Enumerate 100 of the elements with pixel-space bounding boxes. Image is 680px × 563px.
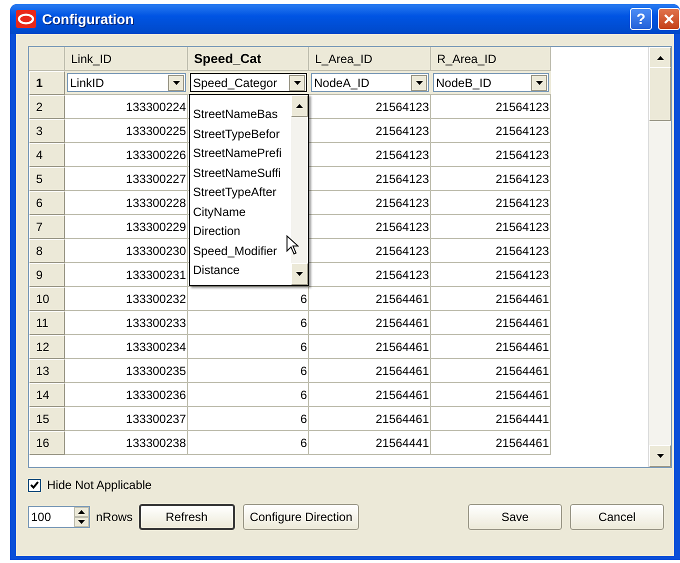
row-header: 10 — [29, 287, 65, 311]
mapping-dropdown[interactable]: Speed_Categor — [190, 73, 307, 92]
row-header: 13 — [29, 359, 65, 383]
row-header: 7 — [29, 215, 65, 239]
column-header[interactable]: R_Area_ID — [431, 47, 551, 71]
check-icon — [30, 481, 39, 489]
column-header[interactable]: Link_ID — [65, 47, 188, 71]
table-cell: 6 — [188, 383, 309, 407]
table-cell: 133300225 — [65, 119, 188, 143]
list-item[interactable]: StreetNameBas — [193, 105, 291, 124]
checkbox[interactable] — [28, 478, 41, 492]
row-header: 6 — [29, 191, 65, 215]
table-cell: 133300231 — [65, 263, 188, 287]
dropdown-arrow-icon — [416, 80, 422, 84]
close-icon — [663, 13, 675, 25]
list-item[interactable]: CityName — [193, 202, 291, 222]
table-cell: 21564123 — [431, 95, 551, 119]
table-cell: 133300232 — [65, 287, 188, 311]
list-item[interactable]: StreetNamePrefi — [193, 144, 291, 164]
table-cell: 21564461 — [431, 359, 551, 383]
table-cell: 6 — [188, 287, 309, 311]
row-header: 1 — [29, 71, 65, 95]
mouse-pointer-icon — [286, 235, 299, 255]
spin-down-icon — [78, 520, 85, 524]
table-cell: 21564123 — [431, 239, 551, 263]
table-cell: 21564461 — [309, 383, 431, 407]
table-cell: 6 — [188, 335, 309, 359]
row-header: 3 — [29, 119, 65, 143]
table-cell: 21564461 — [309, 287, 431, 311]
table-cell: 133300227 — [65, 167, 188, 191]
table-cell: 21564123 — [431, 263, 551, 287]
row-header: 8 — [29, 239, 65, 263]
table-cell: 6 — [188, 431, 309, 455]
list-item[interactable]: StreetTypeAfter — [193, 183, 291, 202]
table-cell: 21564461 — [309, 359, 431, 383]
window-title: Configuration — [42, 11, 135, 27]
dialog-button[interactable]: Configure Direction — [242, 504, 360, 530]
row-header: 4 — [29, 143, 65, 167]
table-cell: 21564123 — [431, 143, 551, 167]
dialog-button[interactable]: Save — [468, 504, 562, 530]
scroll-down-icon — [656, 454, 664, 458]
table-cell: 6 — [188, 311, 309, 335]
dropdown-arrow-icon — [294, 80, 300, 84]
list-item[interactable]: StreetNameSuffi — [193, 164, 291, 183]
table-cell: 21564461 — [309, 335, 431, 359]
row-header: 12 — [29, 335, 65, 359]
dropdown-arrow-icon — [536, 80, 542, 84]
row-header: 11 — [29, 311, 65, 335]
scroll-up-icon — [296, 104, 303, 108]
column-header[interactable]: L_Area_ID — [309, 47, 431, 71]
column-header[interactable]: Speed_Cat — [188, 47, 309, 71]
mapping-dropdown[interactable]: NodeB_ID — [433, 73, 549, 92]
row-header: 2 — [29, 95, 65, 119]
table-cell: 21564461 — [431, 383, 551, 407]
table-cell: 133300235 — [65, 359, 188, 383]
list-item[interactable]: StreetTypeBefor — [193, 124, 291, 144]
table-cell: 133300234 — [65, 335, 188, 359]
table-cell: 133300233 — [65, 311, 188, 335]
table-cell: 21564441 — [431, 407, 551, 431]
table-cell: 6 — [188, 407, 309, 431]
scroll-up-icon — [656, 56, 664, 60]
table-cell: 21564461 — [309, 407, 431, 431]
table-cell: 133300224 — [65, 95, 188, 119]
logo-icon — [16, 10, 36, 28]
table-cell: 133300228 — [65, 191, 188, 215]
table-cell: 21564123 — [431, 119, 551, 143]
table-cell: 21564123 — [431, 167, 551, 191]
table-cell: 133300236 — [65, 383, 188, 407]
spinner-label: nRows — [96, 510, 133, 524]
dropdown-arrow-icon — [172, 80, 180, 84]
table-cell: 21564123 — [431, 215, 551, 239]
vertical-scrollbar[interactable] — [648, 47, 671, 467]
dialog-button[interactable]: Refresh — [138, 504, 235, 530]
row-header: 5 — [29, 167, 65, 191]
dialog-button[interactable]: Cancel — [570, 504, 664, 530]
spin-up-icon — [78, 510, 85, 514]
table-cell: 133300230 — [65, 239, 188, 263]
corner-cell — [29, 47, 65, 71]
list-scrollbar[interactable] — [291, 95, 308, 285]
table-cell: 133300238 — [65, 431, 188, 455]
table-cell: 133300226 — [65, 143, 188, 167]
help-button[interactable]: ? — [630, 8, 652, 30]
row-header: 14 — [29, 383, 65, 407]
table-cell: 133300229 — [65, 215, 188, 239]
mapping-dropdown[interactable]: LinkID — [67, 73, 186, 92]
list-item[interactable]: Direction — [193, 222, 291, 242]
scroll-down-icon — [296, 272, 303, 276]
mapping-dropdown[interactable]: NodeA_ID — [311, 73, 429, 92]
table-cell: 21564123 — [431, 191, 551, 215]
table-cell: 21564441 — [309, 431, 431, 455]
close-button[interactable] — [658, 8, 680, 30]
checkbox-label: Hide Not Applicable — [47, 478, 152, 492]
row-header: 16 — [29, 431, 65, 455]
table-cell: 21564461 — [431, 431, 551, 455]
row-header: 15 — [29, 407, 65, 431]
rows-spinner[interactable]: 100 — [28, 506, 90, 528]
list-item[interactable]: Distance — [193, 261, 291, 280]
table-cell: 6 — [188, 359, 309, 383]
table-cell: 21564461 — [431, 335, 551, 359]
scroll-thumb[interactable] — [649, 67, 671, 121]
